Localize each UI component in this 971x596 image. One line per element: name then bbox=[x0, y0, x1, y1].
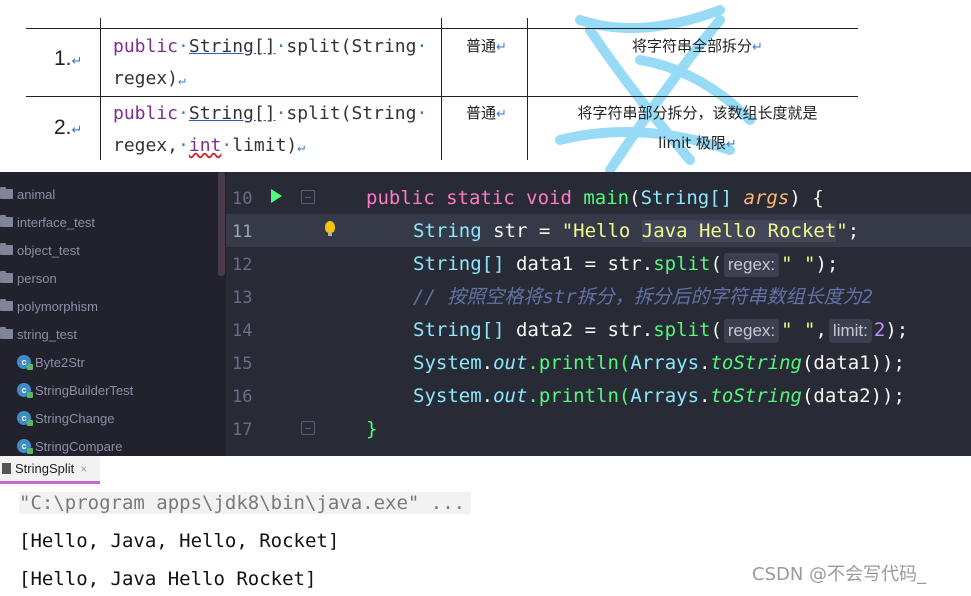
console-output-line: [Hello, Java, Hello, Rocket] bbox=[19, 530, 340, 552]
method-description: 将字符串部分拆分，该数组长度就是 limit 极限↵ bbox=[577, 104, 818, 152]
run-main-icon[interactable] bbox=[271, 189, 282, 203]
line-number: 15 bbox=[232, 354, 253, 374]
tree-folder-object-test[interactable]: object_test bbox=[0, 236, 80, 264]
method-signature: public·String[]·split(String· regex)↵ bbox=[113, 36, 428, 89]
run-tab-label: StringSplit bbox=[15, 461, 75, 476]
tree-folder-interface-test[interactable]: interface_test bbox=[0, 208, 95, 236]
method-description: 将字符串全部拆分↵ bbox=[632, 37, 763, 55]
tree-class-stringcompare[interactable]: c StringCompare bbox=[17, 432, 122, 456]
run-tab-stringsplit[interactable]: StringSplit × bbox=[0, 456, 100, 484]
row-number: 2.↵ bbox=[54, 116, 83, 139]
folder-icon bbox=[0, 243, 13, 255]
line-number: 16 bbox=[232, 387, 253, 407]
method-type: 普通↵ bbox=[466, 104, 507, 122]
close-icon[interactable]: × bbox=[80, 462, 87, 476]
code-line-16[interactable]: System.out.println(Arrays.toString(data2… bbox=[413, 380, 905, 413]
param-hint: regex: bbox=[723, 319, 780, 343]
project-scrollbar[interactable] bbox=[218, 172, 225, 276]
console-output-line: [Hello, Java Hello Rocket] bbox=[19, 568, 317, 590]
param-hint: regex: bbox=[723, 253, 780, 277]
console-command-line: "C:\program apps\jdk8\bin\java.exe" ... bbox=[19, 492, 472, 514]
method-type: 普通↵ bbox=[466, 37, 507, 55]
method-signature: public·String[]·split(String· regex,·int… bbox=[113, 103, 428, 156]
folder-icon bbox=[0, 187, 13, 199]
fold-icon[interactable] bbox=[301, 190, 315, 204]
tree-class-byte2str[interactable]: c Byte2Str bbox=[17, 348, 85, 376]
tree-folder-string-test[interactable]: string_test bbox=[0, 320, 77, 348]
folder-icon bbox=[0, 299, 13, 311]
tree-folder-polymorphism[interactable]: polymorphism bbox=[0, 292, 98, 320]
csdn-watermark: CSDN @不会写代码_ bbox=[752, 564, 927, 585]
code-line-13[interactable]: // 按照空格将str拆分，拆分后的字符串数组长度为2 bbox=[413, 281, 873, 314]
code-line-12[interactable]: String[] data1 = str.split(regex: " "); bbox=[413, 248, 838, 281]
code-line-14[interactable]: String[] data2 = str.split(regex: " ", lim… bbox=[413, 314, 908, 347]
run-tab-bar: StringSplit × bbox=[0, 456, 971, 484]
java-class-icon: c bbox=[17, 411, 33, 426]
fold-icon[interactable] bbox=[301, 421, 315, 435]
tree-folder-person[interactable]: person bbox=[0, 264, 57, 292]
document-table-snippet: 1.↵ public·String[]·split(String· regex)… bbox=[0, 0, 971, 172]
project-tree-panel: animal interface_test object_test person… bbox=[0, 172, 226, 456]
console-icon bbox=[2, 463, 11, 474]
line-number: 14 bbox=[232, 321, 253, 341]
code-line-10[interactable]: public static void main(String[] args) { bbox=[366, 182, 824, 215]
tree-class-stringbuildertest[interactable]: c StringBuilderTest bbox=[17, 376, 133, 404]
code-line-17[interactable]: } bbox=[366, 413, 377, 446]
code-line-11[interactable]: String str = "Hello Java Hello Rocket"; bbox=[413, 215, 859, 248]
ide-window: animal interface_test object_test person… bbox=[0, 172, 971, 456]
code-line-15[interactable]: System.out.println(Arrays.toString(data1… bbox=[413, 347, 905, 380]
tree-class-stringchange[interactable]: c StringChange bbox=[17, 404, 115, 432]
line-number: 10 bbox=[232, 189, 253, 209]
java-class-icon: c bbox=[17, 439, 33, 454]
param-hint: limit: bbox=[828, 319, 872, 343]
line-number: 13 bbox=[232, 288, 253, 308]
line-number: 12 bbox=[232, 255, 253, 275]
folder-icon bbox=[0, 215, 13, 227]
folder-icon bbox=[0, 271, 13, 283]
line-number: 11 bbox=[232, 222, 253, 242]
line-number: 17 bbox=[232, 420, 253, 440]
row-number: 1.↵ bbox=[54, 47, 83, 70]
lightbulb-icon[interactable] bbox=[325, 221, 335, 236]
tree-folder-animal[interactable]: animal bbox=[0, 180, 55, 208]
folder-icon bbox=[0, 327, 13, 339]
java-class-icon: c bbox=[17, 355, 33, 370]
java-class-icon: c bbox=[17, 383, 33, 398]
